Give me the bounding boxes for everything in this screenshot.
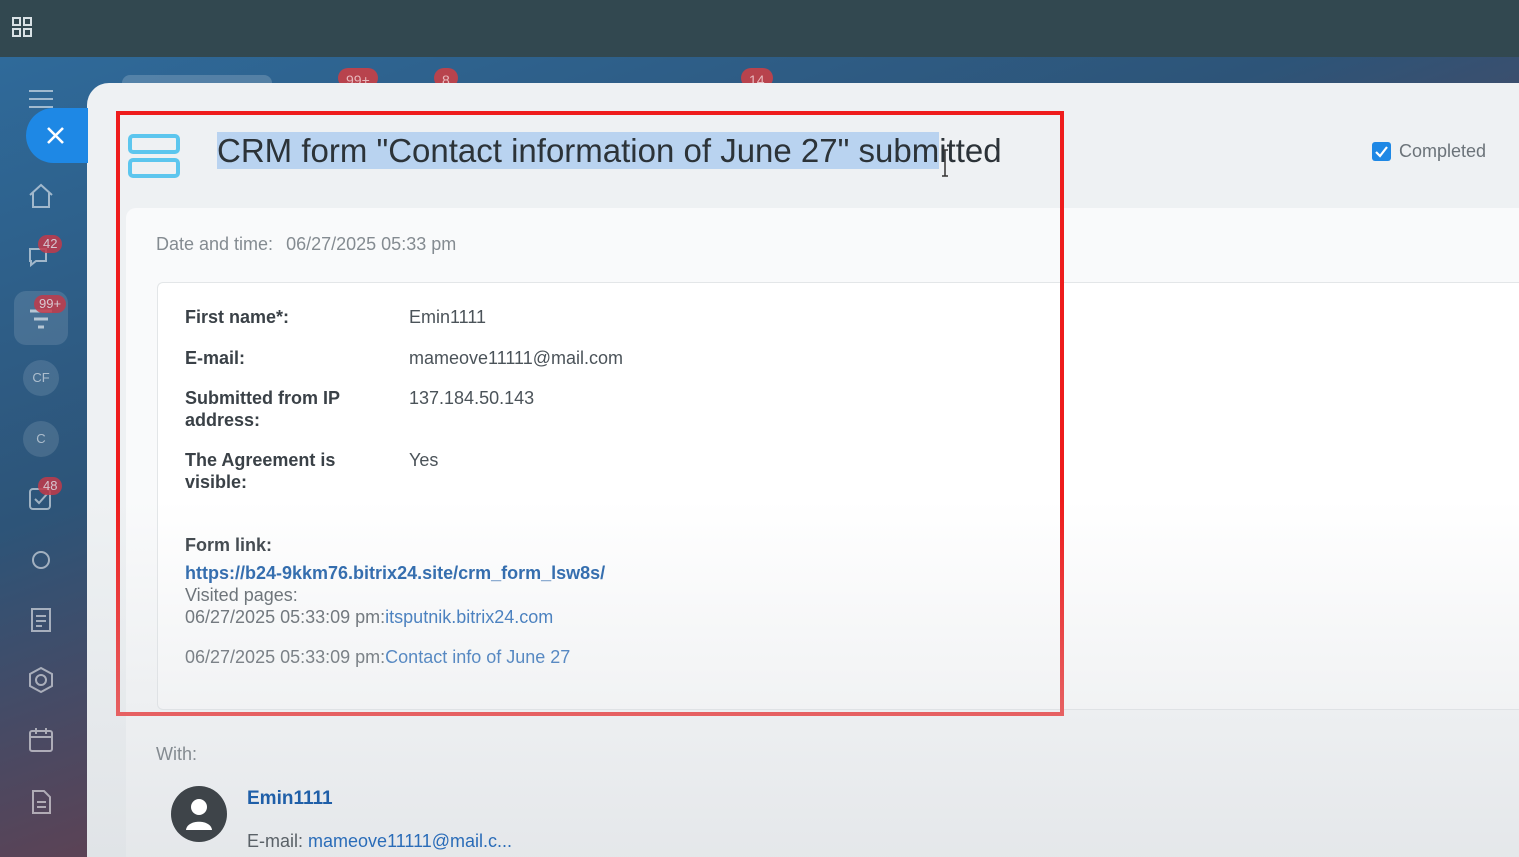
- contact-email-link[interactable]: mameove11111@mail.c...: [308, 831, 512, 851]
- document-icon[interactable]: [26, 605, 56, 635]
- visited-page-row: 06/27/2025 05:33:09 pm:itsputnik.bitrix2…: [185, 607, 553, 628]
- text-cursor-icon: [942, 149, 948, 177]
- contact-avatar[interactable]: [171, 786, 227, 842]
- with-label: With:: [156, 744, 198, 764]
- form-link-url[interactable]: https://b24-9kkm76.bitrix24.site/crm_for…: [185, 563, 605, 584]
- contact-email: E-mail: mameove11111@mail.c...: [247, 831, 512, 852]
- completed-toggle[interactable]: Completed: [1372, 140, 1486, 162]
- tasks-badge: 48: [38, 477, 63, 495]
- activity-title[interactable]: CRM form "Contact information of June 27…: [217, 128, 1002, 174]
- cf-avatar[interactable]: CF: [23, 360, 59, 396]
- user-icon: [186, 799, 212, 830]
- file-icon[interactable]: [26, 787, 56, 817]
- chat-badge: 42: [38, 235, 63, 253]
- completed-checkbox[interactable]: [1372, 141, 1391, 161]
- visited-pages-label: Visited pages:: [185, 585, 298, 605]
- field-value-agreement: Yes: [409, 450, 439, 470]
- field-value-email: mameove11111@mail.com: [409, 348, 624, 368]
- form-link-label: Form link:: [185, 535, 273, 555]
- visited-time: 06/27/2025 05:33:09 pm:: [185, 647, 386, 667]
- close-icon: [47, 127, 64, 144]
- field-label-agreement: The Agreement is visible:: [185, 450, 336, 492]
- title-selected-text: CRM form "Contact information of June 27…: [217, 132, 940, 169]
- datetime-row: Date and time: 06/27/2025 05:33 pm: [156, 234, 456, 255]
- close-slider-button[interactable]: [26, 108, 88, 163]
- field-label-first-name: First name*:: [185, 307, 290, 327]
- hexagon-icon[interactable]: [26, 665, 56, 695]
- top-bar: [0, 0, 1519, 57]
- field-label-email: E-mail:: [185, 348, 246, 368]
- contact-name-link[interactable]: Emin1111: [247, 788, 333, 810]
- apps-grid-icon[interactable]: [12, 17, 32, 37]
- field-value-first-name: Emin1111: [409, 307, 487, 327]
- datetime-value: 06/27/2025 05:33 pm: [286, 234, 457, 254]
- calendar-icon[interactable]: [26, 725, 56, 755]
- field-value-ip: 137.184.50.143: [409, 388, 535, 408]
- crm-badge: 99+: [34, 295, 67, 313]
- visited-time: 06/27/2025 05:33:09 pm:: [185, 607, 386, 627]
- visited-link[interactable]: Contact info of June 27: [385, 647, 570, 667]
- field-label-ip: Submitted from IP address:: [185, 388, 340, 430]
- home-icon[interactable]: [26, 181, 56, 211]
- left-sidebar: 42 99+ CF C 48: [0, 57, 87, 857]
- automation-icon[interactable]: [26, 545, 56, 575]
- visited-link[interactable]: itsputnik.bitrix24.com: [385, 607, 553, 627]
- contact-email-label: E-mail:: [247, 831, 304, 851]
- c-avatar[interactable]: C: [23, 421, 59, 457]
- completed-label: Completed: [1399, 140, 1487, 161]
- checkmark-icon: [1375, 145, 1388, 158]
- crm-form-icon: [128, 134, 180, 178]
- datetime-label: Date and time:: [156, 234, 274, 254]
- visited-page-row: 06/27/2025 05:33:09 pm:Contact info of J…: [185, 647, 570, 668]
